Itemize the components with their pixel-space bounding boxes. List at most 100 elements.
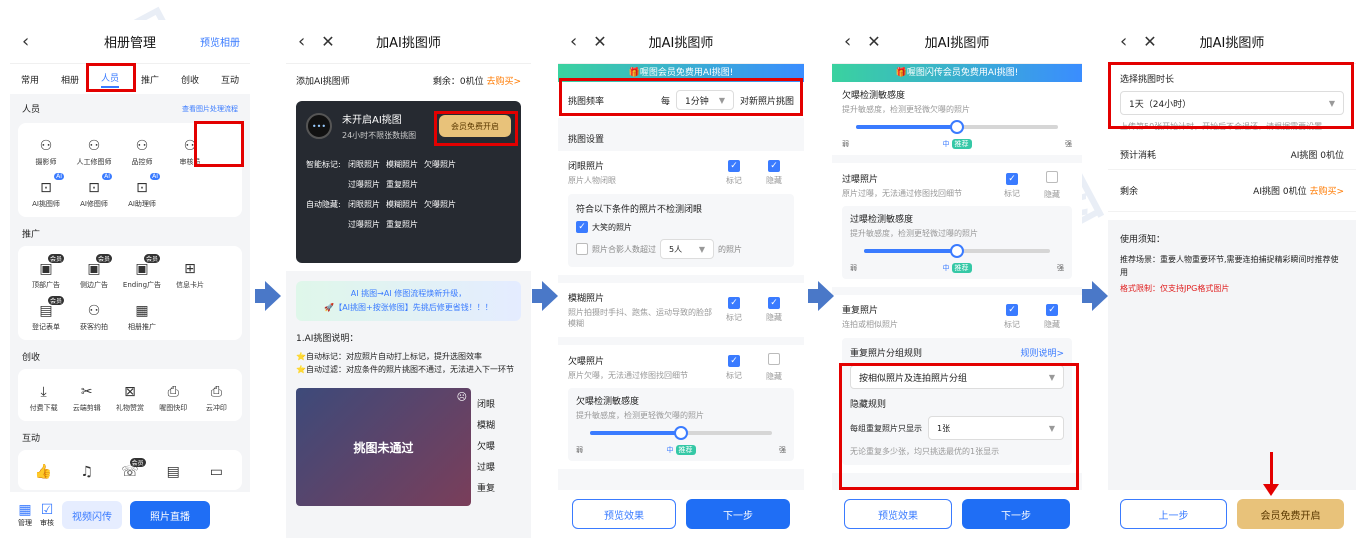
photo-live-button[interactable]: 照片直播	[130, 501, 210, 529]
back-icon[interactable]: ‹	[22, 31, 29, 52]
slider-knob[interactable]	[674, 426, 688, 440]
next-button[interactable]: 下一步	[686, 499, 790, 529]
strong-label: 强	[779, 446, 786, 454]
hide-checkbox[interactable]	[768, 353, 780, 365]
close-icon[interactable]: ✕	[593, 32, 606, 51]
buy-link[interactable]: 去购买>	[486, 77, 521, 87]
notice-format: 格式限制：仅支持JPG格式图片	[1120, 284, 1230, 293]
prev-button[interactable]: 上一步	[1120, 499, 1228, 529]
revenue-item[interactable]: ⤓ 付费下载	[22, 381, 65, 413]
promo-item[interactable]: 会员 ▣ Ending广告	[118, 254, 166, 290]
people-item[interactable]: AI ⊡ AI助理师	[118, 173, 166, 209]
group-value: 5人	[669, 244, 683, 254]
mark-checkbox[interactable]: ✓	[728, 297, 740, 309]
buy-link[interactable]: 去购买>	[1309, 187, 1344, 197]
smile-label: 大笑的照片	[592, 222, 632, 232]
revenue-item[interactable]: ⎙ 喔图快印	[152, 381, 195, 413]
mark-checkbox[interactable]: ✓	[728, 354, 740, 367]
manage-tab[interactable]: ▦ 管理	[18, 502, 32, 528]
side-label: 欠曝	[477, 441, 496, 452]
tag: 重复照片	[386, 220, 418, 229]
people-item[interactable]: ⚇ 品控师	[118, 135, 166, 167]
revenue-item[interactable]: ✂ 云端剪辑	[65, 381, 108, 413]
auto-hide-label: 自动隐藏:	[306, 200, 341, 209]
group-checkbox[interactable]	[576, 243, 588, 255]
info-card-icon: ⊞	[184, 261, 196, 277]
revenue-item[interactable]: ⊠ 礼物赞赏	[108, 381, 151, 413]
settings-title: 挑图设置	[568, 135, 605, 145]
add-label: 添加AI挑图师	[296, 77, 350, 87]
sens-title: 过曝检测敏感度	[850, 215, 914, 225]
rule-link[interactable]: 规则说明>	[1020, 346, 1064, 359]
smile-checkbox[interactable]: ✓	[576, 221, 588, 233]
next-button[interactable]: 下一步	[962, 499, 1070, 529]
back-icon[interactable]: ‹	[570, 31, 577, 52]
tab-revenue[interactable]: 创收	[181, 73, 199, 86]
tab-promo[interactable]: 推广	[141, 73, 159, 86]
back-icon[interactable]: ‹	[1120, 31, 1127, 52]
hide-label: 隐藏	[766, 372, 782, 381]
vip-banner[interactable]: 🎁喔图闪传会员免费用AI挑图!	[832, 64, 1082, 82]
review-tab[interactable]: ☑ 审核	[40, 502, 54, 528]
tab-common[interactable]: 常用	[21, 73, 39, 86]
hide-checkbox[interactable]: ✓	[768, 297, 780, 309]
preview-album-link[interactable]: 预览相册	[200, 34, 240, 49]
interact-item[interactable]: 会员 ☏	[108, 458, 151, 482]
vip-free-open-button[interactable]: 会员免费开启	[1237, 499, 1344, 529]
section-title: 人员	[22, 105, 41, 115]
highlight-dup-rules	[839, 363, 1079, 490]
revenue-item[interactable]: ⎙ 云冲印	[195, 381, 238, 413]
video-transfer-button[interactable]: 视频闪传	[62, 501, 122, 529]
promo-item[interactable]: 会员 ▣ 顶部广告	[22, 254, 70, 290]
promo-banner[interactable]: AI 挑图→AI 修图流程焕新升级， 🚀【AI挑图+按张修图】先挑后修更省钱！！…	[296, 281, 521, 321]
group-suffix: 的照片	[718, 244, 742, 254]
notice-scene: 推荐场景：重要人物重要环节,需要连拍捕捉精彩瞬间时推荐使用	[1120, 255, 1339, 277]
interact-item[interactable]: ▭	[195, 462, 238, 482]
slider-knob[interactable]	[950, 120, 964, 134]
vip-badge: 会员	[95, 254, 112, 263]
people-item[interactable]: ⚇ 摄影师	[22, 135, 70, 167]
back-icon[interactable]: ‹	[298, 31, 305, 52]
people-item-label: AI修图师	[80, 200, 108, 208]
sensitivity-slider[interactable]	[590, 426, 772, 440]
promo-item[interactable]: 会员 ▤ 登记表单	[22, 296, 70, 332]
people-item[interactable]: AI ⊡ AI修图师	[70, 173, 118, 209]
close-icon[interactable]: ✕	[1143, 32, 1156, 51]
close-icon[interactable]: ✕	[867, 32, 880, 51]
process-link[interactable]: 查看图片处理流程	[182, 104, 238, 114]
promo-item[interactable]: ⚇ 获客约拍	[70, 300, 118, 332]
promo-item[interactable]: 会员 ▣ 侧边广告	[70, 254, 118, 290]
hide-checkbox[interactable]: ✓	[768, 159, 780, 172]
group-select[interactable]: 5人 ▼	[660, 239, 714, 259]
vip-badge: 会员	[129, 458, 146, 467]
grid-icon: ▦	[18, 502, 32, 518]
back-icon[interactable]: ‹	[844, 31, 851, 52]
people-item[interactable]: ⚇ 人工修图师	[70, 135, 118, 167]
promo-item[interactable]: ▦ 相册推广	[118, 300, 166, 332]
example-photo: 挑图未通过 ☹	[296, 388, 471, 506]
interact-item[interactable]: ♫	[65, 462, 108, 482]
slider-knob[interactable]	[950, 244, 964, 258]
tab-album[interactable]: 相册	[61, 73, 79, 86]
mark-checkbox[interactable]: ✓	[1006, 303, 1018, 316]
close-icon[interactable]: ✕	[321, 32, 334, 51]
strong-label: 强	[1065, 140, 1072, 148]
mid-label: 中	[942, 140, 950, 148]
status-desc: 24小时不限张数挑图	[342, 131, 417, 140]
hide-checkbox[interactable]	[1046, 171, 1058, 183]
hide-checkbox[interactable]: ✓	[1046, 303, 1058, 316]
mark-checkbox[interactable]: ✓	[1006, 172, 1018, 185]
tab-interact[interactable]: 互动	[221, 73, 239, 86]
preview-button[interactable]: 预览效果	[844, 499, 952, 529]
mark-checkbox[interactable]: ✓	[728, 159, 740, 172]
promo-item[interactable]: ⊞ 信息卡片	[166, 258, 214, 290]
flow-arrow-2	[532, 289, 542, 303]
people-item-ai-picker[interactable]: AI ⊡ AI挑图师	[22, 173, 70, 209]
chevron-down-icon: ▼	[698, 244, 705, 254]
sensitivity-slider[interactable]	[864, 244, 1050, 258]
quality-icon: ⚇	[135, 138, 149, 154]
interact-item[interactable]: ▤	[152, 462, 195, 482]
preview-button[interactable]: 预览效果	[572, 499, 676, 529]
sensitivity-slider[interactable]	[856, 120, 1058, 134]
interact-item[interactable]: 👍	[22, 462, 65, 482]
